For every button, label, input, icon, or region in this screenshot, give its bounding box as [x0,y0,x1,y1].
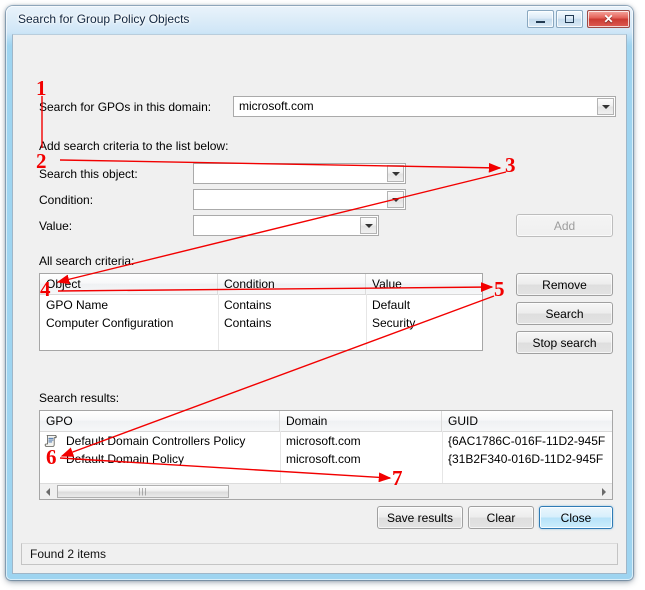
results-column-domain[interactable]: Domain [280,411,442,431]
value-combobox[interactable] [193,215,379,236]
results-listview[interactable]: GPO Domain GUID Default Domain Controlle… [39,410,613,500]
chevron-down-icon[interactable] [597,98,614,115]
criteria-cell-object: GPO Name [46,298,109,312]
clear-button[interactable]: Clear [468,506,534,529]
close-button[interactable]: ✕ [587,10,630,28]
close-icon: ✕ [603,12,614,26]
remove-button[interactable]: Remove [516,273,613,296]
minimize-icon [528,11,553,27]
dialog-window: Search for Group Policy Objects ✕ Search… [6,6,633,580]
status-text: Found 2 items [30,547,107,561]
results-cell-gpo: Default Domain Policy [66,452,185,466]
results-horizontal-scrollbar[interactable]: ||| [40,483,612,499]
search-object-combobox[interactable] [193,163,406,184]
save-results-button[interactable]: Save results [377,506,463,529]
criteria-cell-value: Security [372,316,416,330]
criteria-cell-value: Default [372,298,411,312]
all-criteria-label: All search criteria: [39,254,135,268]
results-cell-gpo: Default Domain Controllers Policy [66,434,246,448]
domain-label: Search for GPOs in this domain: [39,100,212,114]
search-object-label: Search this object: [39,167,138,181]
window-title: Search for Group Policy Objects [18,12,190,26]
minimize-button[interactable] [527,10,554,28]
domain-combobox-value: microsoft.com [239,99,314,113]
results-column-guid[interactable]: GUID [442,411,612,431]
domain-combobox[interactable]: microsoft.com [233,96,616,117]
search-results-label: Search results: [39,391,120,405]
close-dialog-button[interactable]: Close [539,506,613,529]
condition-combobox[interactable] [193,189,406,210]
value-label: Value: [39,219,73,233]
table-row[interactable]: GPO Name Contains Default [40,296,482,314]
list-item[interactable]: Default Domain Controllers Policy micros… [40,432,612,450]
scroll-right-icon[interactable] [596,484,612,499]
dialog-client-area: Search for GPOs in this domain: microsof… [12,34,627,574]
criteria-listview[interactable]: Object Condition Value GPO Name Contains… [39,273,483,351]
stop-search-button[interactable]: Stop search [516,331,613,354]
status-bar: Found 2 items [21,543,618,565]
criteria-cell-condition: Contains [224,316,272,330]
search-button[interactable]: Search [516,302,613,325]
table-row[interactable]: Computer Configuration Contains Security [40,314,482,332]
criteria-column-object[interactable]: Object [40,274,218,294]
scrollbar-thumb[interactable]: ||| [57,485,229,498]
results-cell-guid: {6AC1786C-016F-11D2-945F [448,434,606,448]
gpo-scroll-icon [44,434,58,448]
results-listview-header: GPO Domain GUID [40,411,612,432]
chevron-down-icon[interactable] [360,217,377,234]
maximize-button[interactable] [556,10,583,28]
results-column-gpo[interactable]: GPO [40,411,280,431]
criteria-cell-object: Computer Configuration [46,316,174,330]
criteria-cell-condition: Contains [224,298,272,312]
condition-label: Condition: [39,193,94,207]
chevron-down-icon[interactable] [387,191,404,208]
list-item[interactable]: Default Domain Policy microsoft.com {31B… [40,450,612,499]
scroll-left-icon[interactable] [40,484,56,499]
add-criteria-label: Add search criteria to the list below: [39,139,229,153]
title-bar[interactable]: Search for Group Policy Objects ✕ [6,6,633,34]
criteria-column-value[interactable]: Value [366,274,482,294]
criteria-column-condition[interactable]: Condition [218,274,366,294]
results-cell-domain: microsoft.com [286,452,361,466]
results-cell-guid: {31B2F340-016D-11D2-945F [448,452,604,466]
criteria-listview-header: Object Condition Value [40,274,482,295]
add-button[interactable]: Add [516,214,613,237]
maximize-icon [557,11,582,27]
results-cell-domain: microsoft.com [286,434,361,448]
chevron-down-icon[interactable] [387,165,404,182]
